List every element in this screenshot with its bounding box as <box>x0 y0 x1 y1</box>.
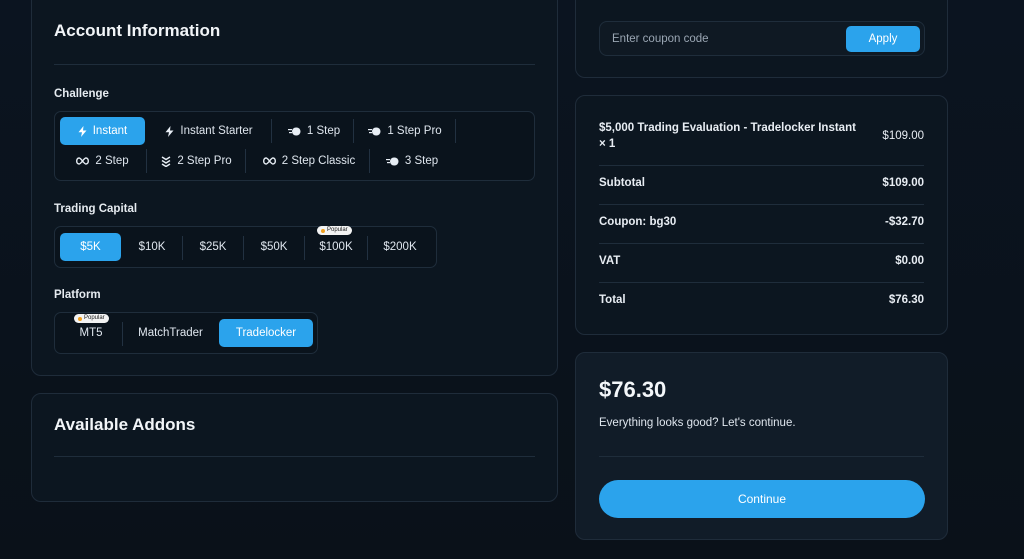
platform-label: Platform <box>54 289 101 301</box>
challenge-option-1-step[interactable]: 1 Step <box>275 117 353 145</box>
divider <box>599 165 924 166</box>
challenge-option-label: Instant <box>92 125 128 137</box>
divider <box>599 204 924 205</box>
popular-badge: Popular <box>317 226 352 235</box>
challenge-option-label: 1 Step Pro <box>387 125 442 137</box>
capital-option-label: $50K <box>260 241 288 253</box>
speed-icon <box>385 157 399 166</box>
order-item-value: $109.00 <box>882 130 924 142</box>
order-item-label: $5,000 Trading Evaluation - Tradelocker … <box>599 122 856 150</box>
capital-option-100k[interactable]: $100K <box>305 233 367 261</box>
subtotal-row: Subtotal $109.00 <box>599 177 924 189</box>
challenge-option-label: 2 Step Pro <box>177 155 232 167</box>
divider <box>54 64 535 65</box>
challenge-option-label: 3 Step <box>404 155 439 167</box>
divider <box>599 243 924 244</box>
capital-option-label: $200K <box>383 241 417 253</box>
coupon-field: Apply <box>599 21 925 56</box>
separator <box>455 119 456 143</box>
separator <box>353 119 354 143</box>
platform-selector: MT5 Popular MatchTrader Tradelocker <box>54 312 318 354</box>
divider <box>599 456 924 457</box>
vat-label: VAT <box>599 255 621 267</box>
trading-capital-selector: $5K $10K $25K $50K $100K Popular $200K <box>54 226 437 268</box>
checkout-page: Account Information Challenge Instant In… <box>0 0 1024 559</box>
challenge-option-2-step-pro[interactable]: 2 Step Pro <box>150 147 243 175</box>
continue-button[interactable]: Continue <box>599 480 925 518</box>
capital-option-10k[interactable]: $10K <box>122 233 182 261</box>
platform-option-mt5[interactable]: MT5 <box>60 319 122 347</box>
vat-value: $0.00 <box>895 255 924 267</box>
checkout-card: $76.30 Everything looks good? Let's cont… <box>575 352 948 540</box>
separator <box>271 119 272 143</box>
capital-option-5k[interactable]: $5K <box>60 233 121 261</box>
capital-option-label: $10K <box>138 241 166 253</box>
divider <box>599 282 924 283</box>
challenge-option-2-step-classic[interactable]: 2 Step Classic <box>249 147 369 175</box>
coupon-card: Apply <box>575 0 948 78</box>
order-summary-card: $5,000 Trading Evaluation - Tradelocker … <box>575 95 948 335</box>
infinity-icon <box>76 157 90 165</box>
separator <box>369 149 370 173</box>
challenge-option-label: 2 Step <box>95 155 129 167</box>
platform-option-label: Tradelocker <box>235 327 297 339</box>
bolt-icon <box>165 125 174 137</box>
coupon-label: Coupon: bg30 <box>599 216 677 228</box>
challenge-option-3-step[interactable]: 3 Step <box>373 147 451 175</box>
order-item-row: $5,000 Trading Evaluation - Tradelocker … <box>599 120 924 152</box>
subtotal-label: Subtotal <box>599 177 645 189</box>
capital-option-200k[interactable]: $200K <box>368 233 432 261</box>
bolt-icon <box>78 125 87 137</box>
coupon-row: Coupon: bg30 -$32.70 <box>599 216 924 228</box>
challenge-option-instant-starter[interactable]: Instant Starter <box>150 117 268 145</box>
capital-option-label: $25K <box>199 241 227 253</box>
popular-dot-icon <box>78 316 82 321</box>
total-label: Total <box>599 294 626 306</box>
account-information-card: Account Information Challenge Instant In… <box>31 0 558 376</box>
checkout-price: $76.30 <box>599 377 667 402</box>
vat-row: VAT $0.00 <box>599 255 924 267</box>
challenge-option-label: 2 Step Classic <box>281 155 356 167</box>
infinity-icon <box>262 157 276 165</box>
total-row: Total $76.30 <box>599 294 924 306</box>
challenge-option-2-step[interactable]: 2 Step <box>60 147 145 175</box>
challenge-label: Challenge <box>54 88 109 100</box>
platform-option-label: MatchTrader <box>138 327 203 339</box>
coupon-input[interactable] <box>612 22 832 55</box>
stack-icon <box>161 155 171 167</box>
challenge-selector: Instant Instant Starter 1 Step 1 Step Pr… <box>54 111 535 181</box>
platform-option-tradelocker[interactable]: Tradelocker <box>219 319 313 347</box>
capital-option-50k[interactable]: $50K <box>244 233 304 261</box>
apply-button[interactable]: Apply <box>846 26 920 52</box>
checkout-tagline: Everything looks good? Let's continue. <box>599 417 796 429</box>
coupon-value: -$32.70 <box>884 216 924 228</box>
subtotal-value: $109.00 <box>882 177 924 189</box>
available-addons-card: Available Addons <box>31 393 558 502</box>
speed-icon <box>368 127 381 136</box>
platform-option-label: MT5 <box>79 327 103 339</box>
total-value: $76.30 <box>888 294 924 306</box>
challenge-option-instant[interactable]: Instant <box>60 117 145 145</box>
account-information-title: Account Information <box>54 21 221 40</box>
speed-icon <box>287 127 301 136</box>
capital-option-label: $5K <box>80 241 101 253</box>
divider <box>54 456 535 457</box>
popular-badge: Popular <box>74 314 109 323</box>
trading-capital-label: Trading Capital <box>54 203 138 215</box>
popular-dot-icon <box>321 228 325 233</box>
separator <box>146 149 147 173</box>
challenge-option-label: Instant Starter <box>180 125 253 137</box>
capital-option-25k[interactable]: $25K <box>183 233 243 261</box>
separator <box>245 149 246 173</box>
available-addons-title: Available Addons <box>54 415 196 434</box>
capital-option-label: $100K <box>319 241 353 253</box>
platform-option-matchtrader[interactable]: MatchTrader <box>123 319 218 347</box>
challenge-option-label: 1 Step <box>306 125 341 137</box>
challenge-option-1-step-pro[interactable]: 1 Step Pro <box>357 117 453 145</box>
